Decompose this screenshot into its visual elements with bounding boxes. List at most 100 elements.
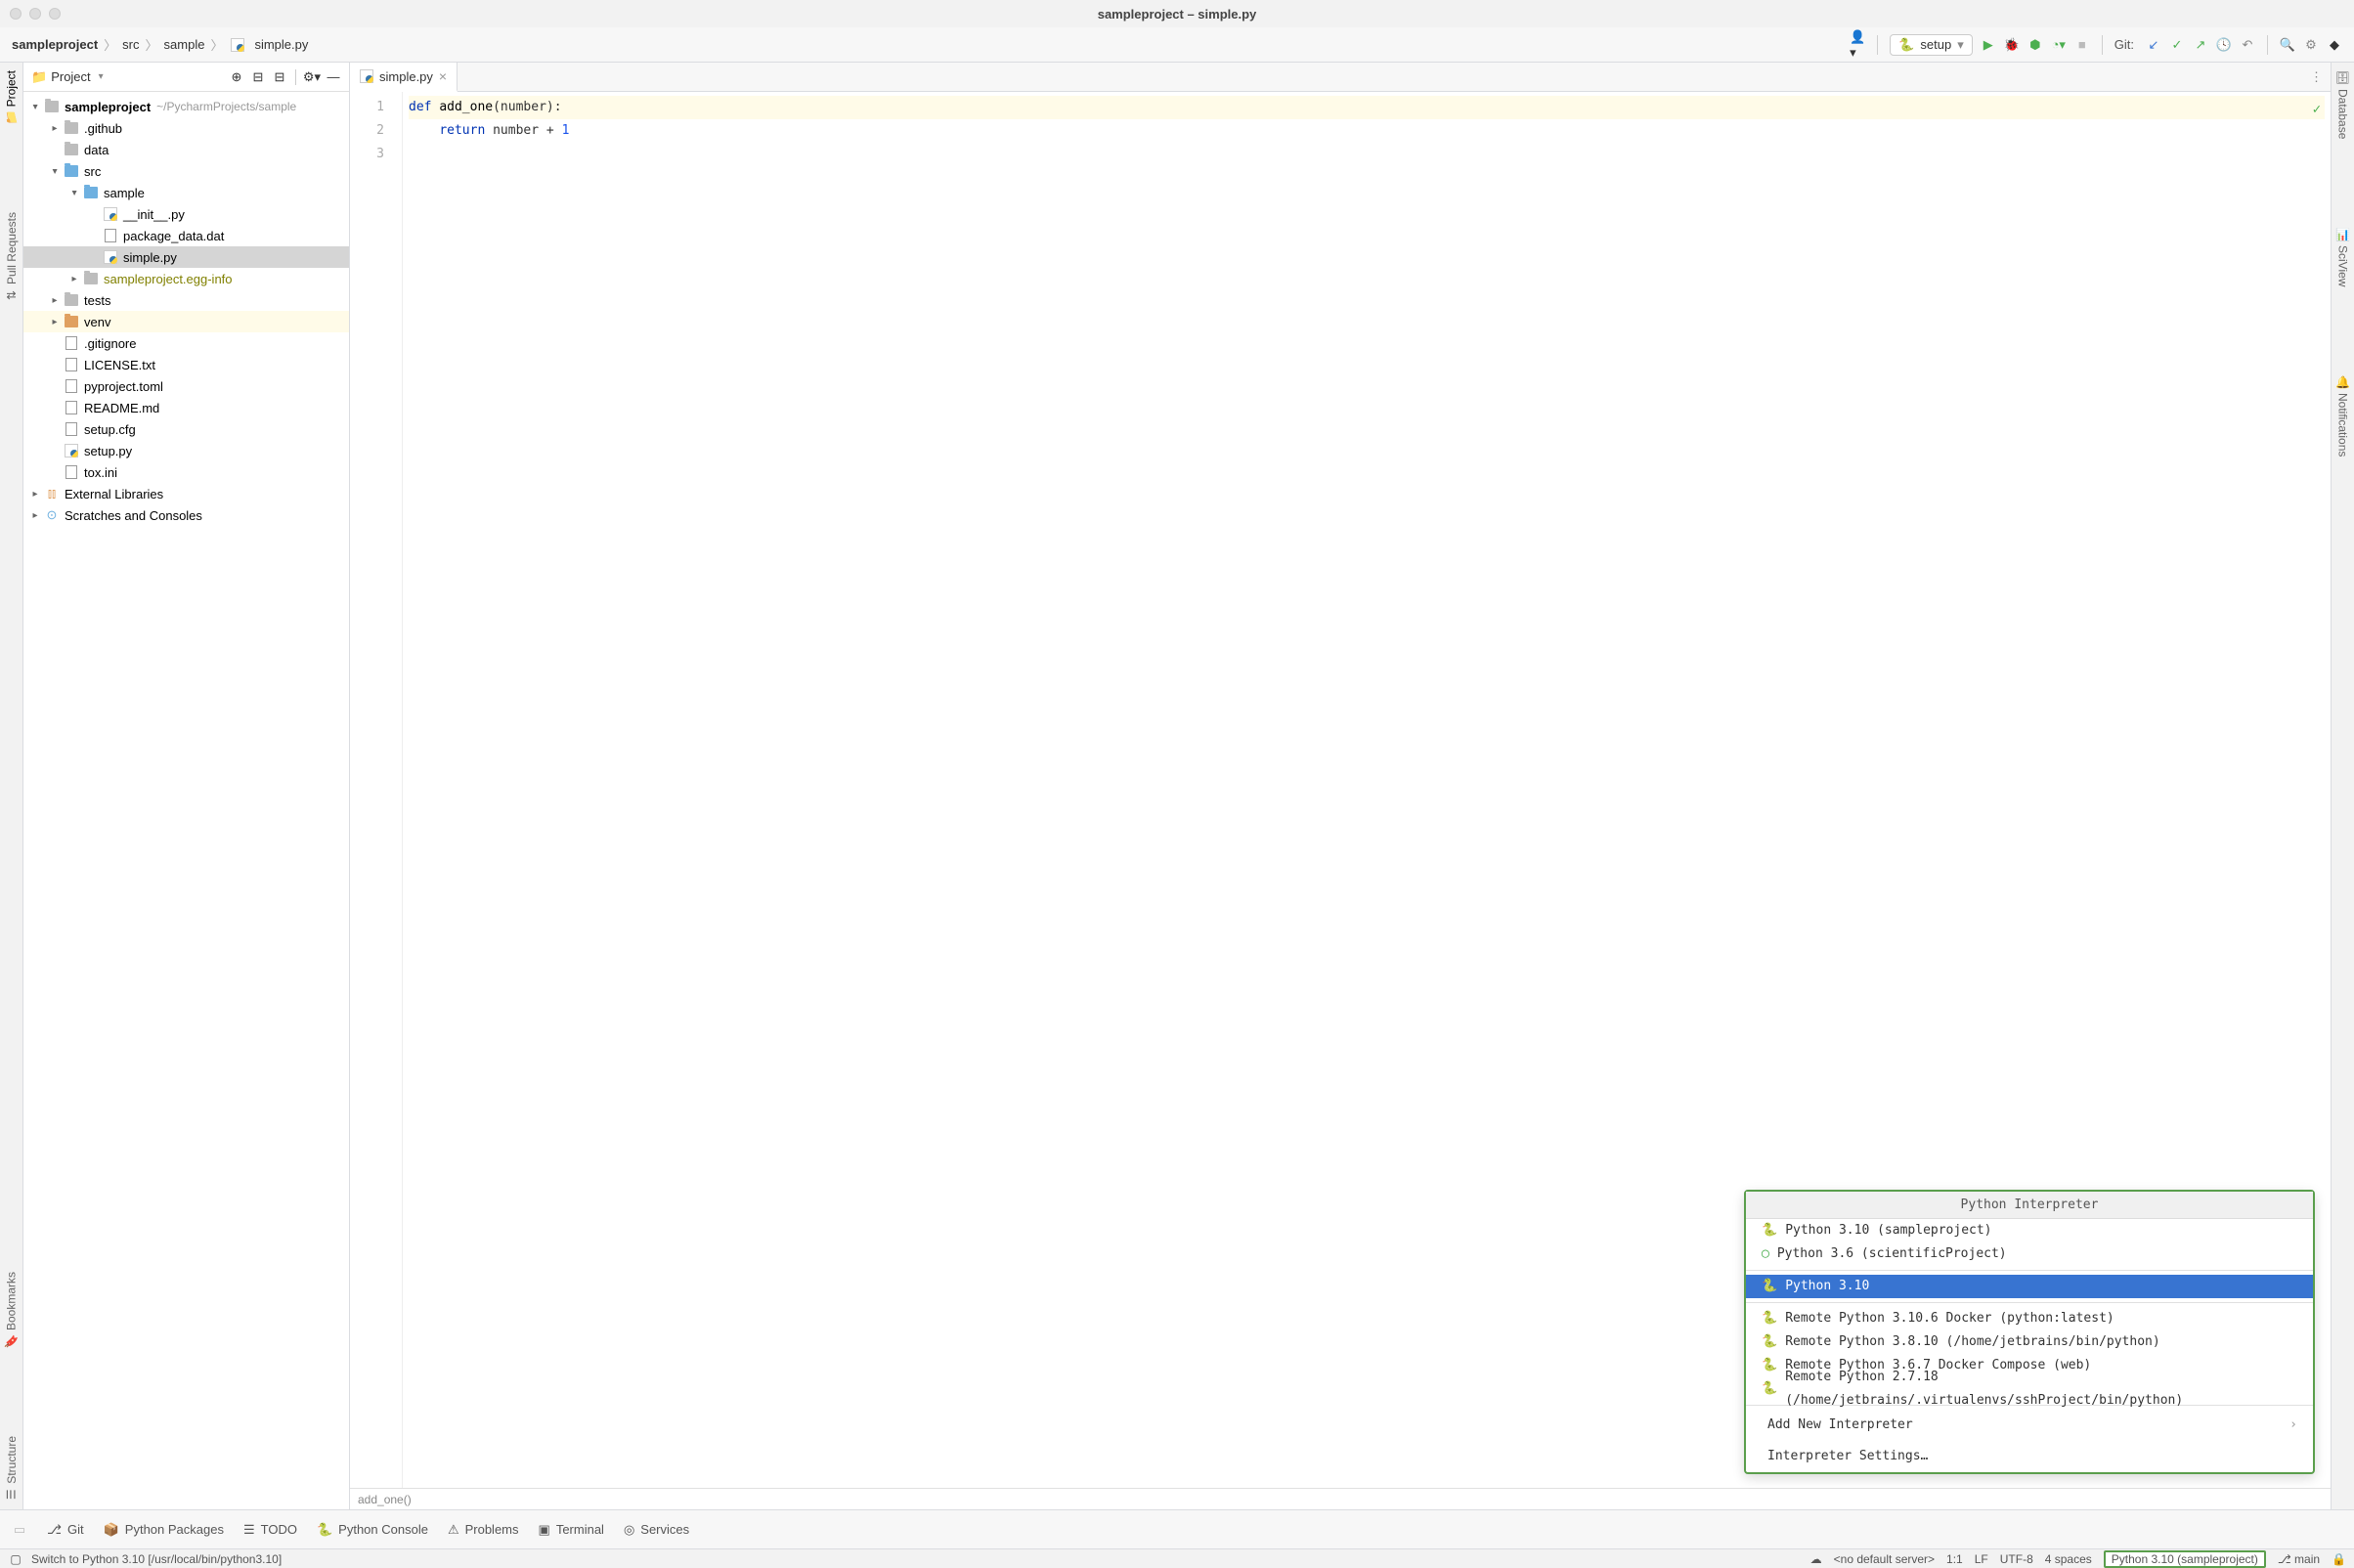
tree-item[interactable]: pyproject.toml: [23, 375, 349, 397]
select-open-file-icon[interactable]: ⊕: [229, 69, 244, 85]
tree-arrow-icon[interactable]: ▸: [50, 163, 61, 179]
tree-item[interactable]: ▸src: [23, 160, 349, 182]
tool-services[interactable]: ◎Services: [624, 1522, 689, 1538]
inspection-status-icon[interactable]: ✓: [2313, 98, 2321, 121]
tree-arrow-icon[interactable]: ▸: [47, 295, 63, 306]
crumb-src[interactable]: src: [122, 37, 139, 52]
run-icon[interactable]: ▶: [1981, 37, 1996, 53]
tool-python-packages[interactable]: 📦Python Packages: [104, 1522, 224, 1538]
tabs-more-icon[interactable]: ⋮: [2310, 69, 2331, 85]
minimize-panel-icon[interactable]: —: [326, 69, 341, 85]
tool-project[interactable]: 📁Project: [4, 70, 19, 124]
git-history-icon[interactable]: 🕓: [2216, 37, 2232, 53]
tool-structure[interactable]: ☰Structure: [5, 1436, 19, 1502]
tree-item[interactable]: ▸sampleproject.egg-info: [23, 268, 349, 289]
tool-todo[interactable]: ☰TODO: [243, 1522, 297, 1538]
window-maximize[interactable]: [49, 8, 61, 20]
line-number[interactable]: 3: [350, 143, 384, 166]
tree-item[interactable]: README.md: [23, 397, 349, 418]
tool-problems[interactable]: ⚠Problems: [448, 1522, 519, 1538]
tree-item[interactable]: ▸venv: [23, 311, 349, 332]
tool-notifications[interactable]: 🔔Notifications: [2336, 375, 2350, 457]
tree-item[interactable]: setup.cfg: [23, 418, 349, 440]
settings-icon[interactable]: ⚙: [2303, 37, 2319, 53]
tree-item[interactable]: ▸sample: [23, 182, 349, 203]
tree-item[interactable]: .gitignore: [23, 332, 349, 354]
crumb-sample[interactable]: sample: [164, 37, 205, 52]
search-icon[interactable]: 🔍: [2280, 37, 2295, 53]
status-encoding[interactable]: UTF-8: [2000, 1552, 2033, 1566]
tool-git[interactable]: ⎇Git: [47, 1522, 84, 1538]
crumb-project[interactable]: sampleproject: [12, 37, 98, 52]
expand-all-icon[interactable]: ⊟: [250, 69, 266, 85]
tree-item[interactable]: __init__.py: [23, 203, 349, 225]
project-view-selector[interactable]: 📁Project: [31, 69, 104, 85]
interpreter-option[interactable]: 🐍Remote Python 2.7.18 (/home/jetbrains/.…: [1746, 1377, 2313, 1401]
tool-database[interactable]: 🗄Database: [2336, 70, 2350, 140]
tab-close-icon[interactable]: ×: [439, 68, 447, 84]
interpreter-option[interactable]: 🐍Python 3.10: [1746, 1275, 2313, 1298]
tree-item[interactable]: setup.py: [23, 440, 349, 461]
status-interpreter[interactable]: Python 3.10 (sampleproject): [2104, 1550, 2266, 1568]
code-line[interactable]: def add_one(number):: [409, 96, 2325, 119]
editor-breadcrumb[interactable]: add_one(): [350, 1488, 2331, 1509]
user-icon[interactable]: 👤▾: [1850, 37, 1865, 53]
code-line[interactable]: [409, 143, 2325, 166]
run-config-selector[interactable]: 🐍setup▾: [1890, 34, 1973, 56]
tool-bookmarks[interactable]: 🔖Bookmarks: [4, 1272, 19, 1348]
debug-icon[interactable]: 🐞: [2004, 37, 2020, 53]
tool-pull-requests[interactable]: ⇅Pull Requests: [5, 212, 19, 302]
add-interpreter-action[interactable]: Add New Interpreter ›: [1746, 1410, 2313, 1441]
window-close[interactable]: [10, 8, 22, 20]
tree-arrow-icon[interactable]: ▸: [66, 274, 82, 284]
status-indent[interactable]: 4 spaces: [2045, 1552, 2092, 1566]
file-tab-simple[interactable]: simple.py ×: [350, 63, 458, 92]
interpreter-option[interactable]: ◯Python 3.6 (scientificProject): [1746, 1242, 2313, 1266]
status-position[interactable]: 1:1: [1946, 1552, 1963, 1566]
tree-arrow-icon[interactable]: ▸: [47, 123, 63, 134]
editor[interactable]: 123 ✓ def add_one(number): return number…: [350, 92, 2331, 1488]
status-server[interactable]: <no default server>: [1834, 1552, 1935, 1566]
interpreter-option[interactable]: 🐍Remote Python 3.8.10 (/home/jetbrains/b…: [1746, 1330, 2313, 1354]
gutter[interactable]: 123: [350, 92, 403, 1488]
line-number[interactable]: 1: [350, 96, 384, 119]
code-line[interactable]: return number + 1: [409, 119, 2325, 143]
jetbrains-icon[interactable]: ◆: [2327, 37, 2342, 53]
tree-item[interactable]: LICENSE.txt: [23, 354, 349, 375]
tree-item[interactable]: simple.py: [23, 246, 349, 268]
tool-sciview[interactable]: 📊SciView: [2336, 228, 2350, 287]
tree-item[interactable]: package_data.dat: [23, 225, 349, 246]
tree-arrow-icon[interactable]: ▸: [47, 317, 63, 327]
status-deploy-icon[interactable]: ☁: [1810, 1552, 1822, 1566]
window-minimize[interactable]: [29, 8, 41, 20]
git-update-icon[interactable]: ↙: [2146, 37, 2161, 53]
status-toggle-icon[interactable]: ▢: [8, 1551, 23, 1567]
tree-root[interactable]: ▸ sampleproject ~/PycharmProjects/sample: [23, 96, 349, 117]
crumb-file[interactable]: simple.py: [229, 37, 308, 52]
tree-item[interactable]: ▸⊙Scratches and Consoles: [23, 504, 349, 526]
bottom-left-stub[interactable]: ▭: [12, 1522, 27, 1538]
interpreter-option[interactable]: 🐍Remote Python 3.10.6 Docker (python:lat…: [1746, 1307, 2313, 1330]
tool-python-console[interactable]: 🐍Python Console: [317, 1522, 428, 1538]
tree-arrow-icon[interactable]: ▸: [27, 510, 43, 521]
project-tree[interactable]: ▸ sampleproject ~/PycharmProjects/sample…: [23, 92, 349, 1509]
profile-icon[interactable]: ◔▾: [2051, 37, 2067, 53]
status-hint[interactable]: Switch to Python 3.10 [/usr/local/bin/py…: [31, 1552, 282, 1566]
tree-item[interactable]: data: [23, 139, 349, 160]
coverage-icon[interactable]: ⬢: [2027, 37, 2043, 53]
line-number[interactable]: 2: [350, 119, 384, 143]
status-lock-icon[interactable]: 🔒: [2332, 1552, 2346, 1566]
status-branch[interactable]: ⎇ main: [2278, 1552, 2320, 1566]
git-push-icon[interactable]: ↗: [2193, 37, 2208, 53]
tree-item[interactable]: ▸.github: [23, 117, 349, 139]
tree-arrow-icon[interactable]: ▸: [69, 185, 80, 200]
tree-item[interactable]: ▸⫾⫾External Libraries: [23, 483, 349, 504]
tree-item[interactable]: ▸tests: [23, 289, 349, 311]
tree-item[interactable]: tox.ini: [23, 461, 349, 483]
tree-arrow-icon[interactable]: ▸: [27, 489, 43, 500]
git-commit-icon[interactable]: ✓: [2169, 37, 2185, 53]
interpreter-settings-action[interactable]: Interpreter Settings…: [1746, 1441, 2313, 1472]
interpreter-option[interactable]: 🐍Python 3.10 (sampleproject): [1746, 1219, 2313, 1242]
panel-options-icon[interactable]: ⚙▾: [304, 69, 320, 85]
tool-terminal[interactable]: ▣Terminal: [539, 1522, 604, 1538]
